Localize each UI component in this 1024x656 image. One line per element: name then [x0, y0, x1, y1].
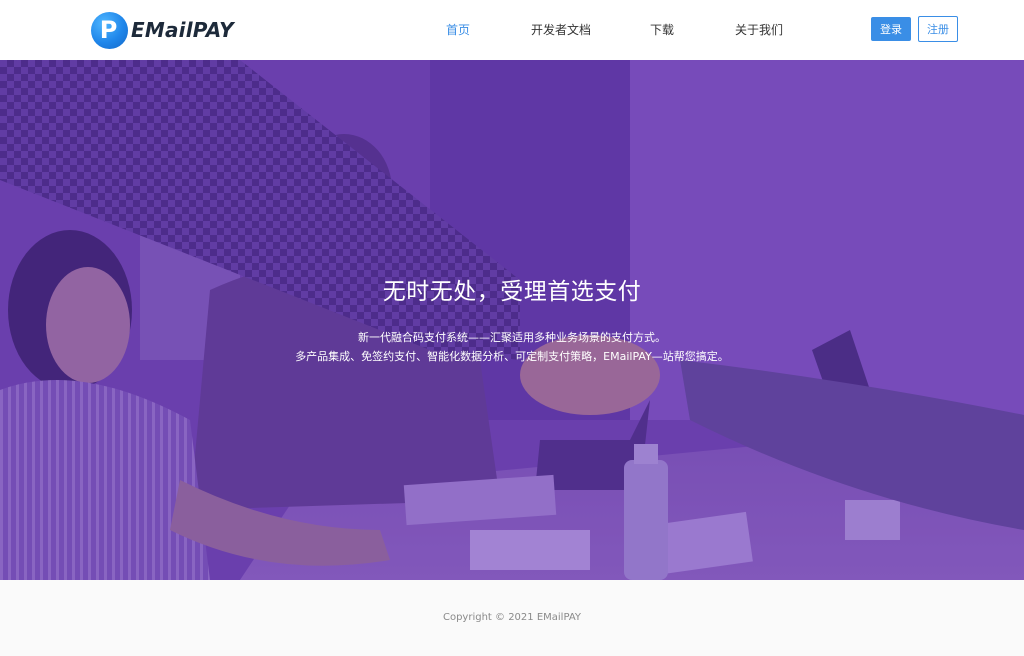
- hero-background-image: [0, 60, 1024, 580]
- register-button[interactable]: 注册: [918, 16, 958, 42]
- brand-logo-letter: P: [99, 16, 118, 44]
- top-navbar: P EMailPAY 首页 开发者文档 下载 关于我们 登录 注册: [0, 0, 1024, 60]
- nav-download[interactable]: 下载: [650, 21, 674, 39]
- brand-name: EMailPAY: [131, 18, 234, 42]
- copyright-text: Copyright © 2021 EMailPAY: [442, 612, 582, 623]
- nav-home[interactable]: 首页: [446, 21, 470, 39]
- brand-logo-icon: P: [91, 11, 128, 49]
- hero-subtitle-line-1: 新一代融合码支付系统——汇聚适用多种业务场景的支付方式。: [358, 331, 666, 344]
- login-button[interactable]: 登录: [871, 17, 911, 41]
- hero-subtitle-line-2: 多产品集成、免签约支付、智能化数据分析、可定制支付策略，EMailPAY—站帮您…: [295, 350, 729, 363]
- hero-title: 无时无处，受理首选支付: [382, 279, 642, 305]
- page-footer: Copyright © 2021 EMailPAY: [0, 580, 1024, 656]
- hero-banner: 无时无处，受理首选支付 新一代融合码支付系统——汇聚适用多种业务场景的支付方式。…: [0, 60, 1024, 580]
- nav-about-us[interactable]: 关于我们: [735, 21, 783, 39]
- brand-logo[interactable]: P EMailPAY: [91, 11, 234, 49]
- nav-developer-docs[interactable]: 开发者文档: [531, 21, 591, 39]
